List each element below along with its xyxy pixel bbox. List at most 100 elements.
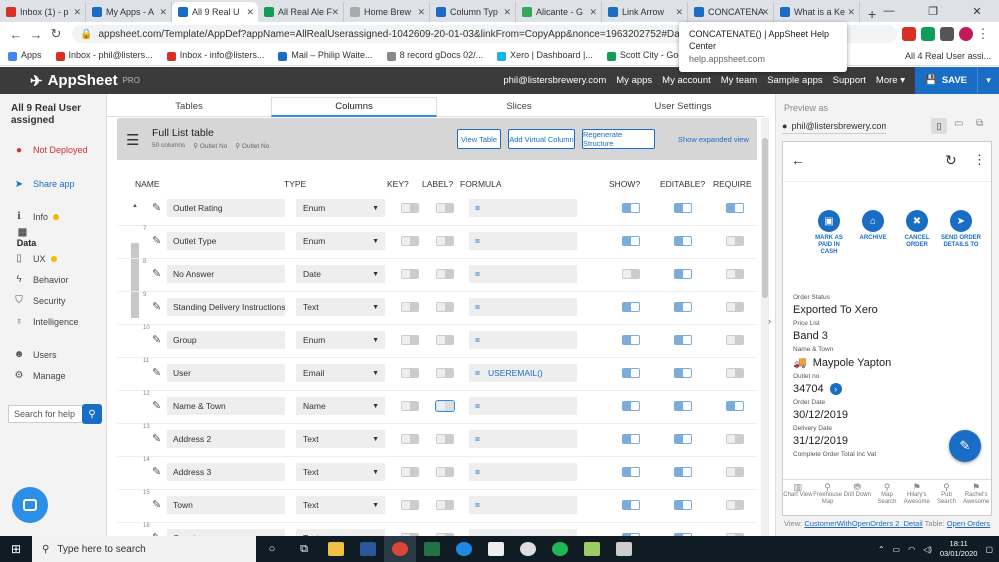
regenerate-structure-button[interactable]: Regenerate Structure — [582, 129, 655, 149]
label-toggle[interactable] — [436, 434, 454, 444]
label-toggle[interactable] — [435, 400, 455, 412]
bookmark-item[interactable]: 8 record gDocs 02/... — [386, 50, 483, 61]
tab-close-icon[interactable]: ✕ — [246, 7, 254, 18]
chrome-icon[interactable] — [384, 536, 416, 562]
action-send-order-details-to[interactable]: ➤ SEND ORDER DETAILS TO — [941, 210, 981, 302]
column-name-input[interactable]: Town — [167, 496, 285, 514]
editable-toggle[interactable] — [674, 335, 692, 345]
key-toggle[interactable] — [401, 236, 419, 246]
edit-pencil-icon[interactable]: ✎ — [152, 399, 161, 412]
formula-input[interactable]: = USEREMAIL() — [469, 364, 577, 382]
extension-icon[interactable] — [902, 27, 916, 41]
column-name-input[interactable]: Name & Town — [167, 397, 285, 415]
label-toggle[interactable] — [436, 203, 454, 213]
require-toggle[interactable] — [726, 203, 744, 213]
show-toggle[interactable] — [622, 467, 640, 477]
word-icon[interactable] — [352, 536, 384, 562]
maximize-icon[interactable]: ❐ — [911, 0, 955, 22]
column-type-select[interactable]: Enum ▼ — [296, 331, 385, 349]
show-toggle[interactable] — [622, 302, 640, 312]
show-expanded-view-link[interactable]: Show expanded view — [678, 135, 749, 144]
bottom-nav-item[interactable]: ⚑ Rachel's Awesome — [961, 480, 991, 515]
tab-close-icon[interactable]: ✕ — [159, 7, 167, 18]
browser-tab[interactable]: Link Arrow ✕ — [602, 2, 688, 22]
deploy-status[interactable]: ● Not Deployed — [0, 130, 106, 170]
header-link[interactable]: My account — [662, 75, 711, 86]
label-toggle[interactable] — [436, 368, 454, 378]
browser-tab[interactable]: Home Brew ✕ — [344, 2, 430, 22]
tab-user-settings[interactable]: User Settings — [601, 97, 765, 117]
nav-item-data[interactable]: ▦ Data — [0, 227, 40, 248]
formula-input[interactable]: = — [469, 430, 577, 448]
preview-user-select[interactable]: ● phil@listersbrewery.com — [782, 118, 886, 134]
browser-tab[interactable]: Alicante - G ✕ — [516, 2, 602, 22]
extension-icon[interactable] — [940, 27, 954, 41]
tray-arrow-icon[interactable]: ⌃ — [878, 545, 885, 554]
clock[interactable]: 18:11 03/01/2020 — [940, 539, 978, 559]
bottom-nav-item[interactable]: ⚲ Pub Search — [932, 480, 962, 515]
edit-pencil-icon[interactable]: ✎ — [152, 300, 161, 313]
excel-icon[interactable] — [416, 536, 448, 562]
edit-pencil-icon[interactable]: ✎ — [152, 234, 161, 247]
column-type-select[interactable]: Email ▼ — [296, 364, 385, 382]
action-cancel-order[interactable]: ✖ CANCEL ORDER — [897, 210, 937, 302]
share-app-link[interactable]: ➤ Share app — [0, 170, 106, 198]
search-icon[interactable]: ⚲ — [82, 404, 102, 424]
paint-icon[interactable] — [576, 536, 608, 562]
require-toggle[interactable] — [726, 401, 744, 411]
column-name-input[interactable]: Address 2 — [167, 430, 285, 448]
browser-tab[interactable]: My Apps - A ✕ — [86, 2, 172, 22]
tab-close-icon[interactable]: ✕ — [675, 7, 683, 18]
editable-toggle[interactable] — [674, 203, 692, 213]
column-type-select[interactable]: Date ▼ — [296, 265, 385, 283]
add-virtual-column-button[interactable]: Add Virtual Column — [508, 129, 575, 149]
browser-tab[interactable]: All 9 Real U ✕ — [172, 2, 258, 22]
key-toggle[interactable] — [401, 434, 419, 444]
collapse-preview-icon[interactable]: › — [768, 316, 771, 326]
browser-tab[interactable]: All Real Ale F ✕ — [258, 2, 344, 22]
column-name-input[interactable]: Group — [167, 331, 285, 349]
editable-toggle[interactable] — [674, 236, 692, 246]
require-toggle[interactable] — [726, 434, 744, 444]
formula-input[interactable]: = — [469, 265, 577, 283]
require-toggle[interactable] — [726, 368, 744, 378]
formula-input[interactable]: = — [469, 298, 577, 316]
taskbar-search[interactable]: ⚲ Type here to search — [32, 536, 256, 562]
nav-item-info[interactable]: ℹ Info — [0, 206, 106, 227]
file-explorer-icon[interactable] — [320, 536, 352, 562]
more-icon[interactable]: ⋮ — [973, 152, 986, 168]
edit-pencil-icon[interactable]: ✎ — [152, 465, 161, 478]
tab-slices[interactable]: Slices — [437, 97, 601, 117]
notifications-icon[interactable]: ▢ — [985, 545, 993, 554]
label-toggle[interactable] — [436, 467, 454, 477]
tab-close-icon[interactable]: ✕ — [847, 7, 855, 18]
column-name-input[interactable]: County — [167, 529, 285, 536]
key-toggle[interactable] — [401, 368, 419, 378]
require-toggle[interactable] — [726, 467, 744, 477]
show-toggle[interactable] — [622, 236, 640, 246]
view-name-link[interactable]: CustomerWithOpenOrders 2_Detail — [804, 519, 922, 528]
browser-tab[interactable]: What is a Ke ✕ — [774, 2, 860, 22]
label-toggle[interactable] — [436, 500, 454, 510]
label-toggle[interactable] — [436, 236, 454, 246]
bottom-nav-item[interactable]: ⚑ Hilary's Awesome — [902, 480, 932, 515]
header-link[interactable]: Support — [833, 75, 866, 86]
edit-pencil-icon[interactable]: ✎ — [152, 267, 161, 280]
formula-input[interactable]: = — [469, 397, 577, 415]
nav-item-intelligence[interactable]: ♁ Intelligence — [0, 311, 106, 332]
nav-item-users[interactable]: ☻ Users — [0, 344, 106, 365]
formula-input[interactable]: = — [469, 199, 577, 217]
spotify-icon[interactable] — [544, 536, 576, 562]
save-button[interactable]: 💾 SAVE — [914, 67, 977, 94]
tab-close-icon[interactable]: ✕ — [589, 7, 597, 18]
edit-pencil-icon[interactable]: ✎ — [152, 366, 161, 379]
github-icon[interactable] — [512, 536, 544, 562]
key-toggle[interactable] — [401, 500, 419, 510]
editable-toggle[interactable] — [674, 500, 692, 510]
appsheet-logo[interactable]: ✈ AppSheet PRO — [0, 72, 320, 90]
back-arrow-icon[interactable]: ← — [791, 152, 805, 168]
tab-tables[interactable]: Tables — [107, 97, 271, 117]
browser-tab[interactable]: CONCATENA ✕ — [688, 2, 774, 22]
minimize-icon[interactable]: — — [867, 0, 911, 22]
nav-item-security[interactable]: ⛉ Security — [0, 290, 106, 311]
